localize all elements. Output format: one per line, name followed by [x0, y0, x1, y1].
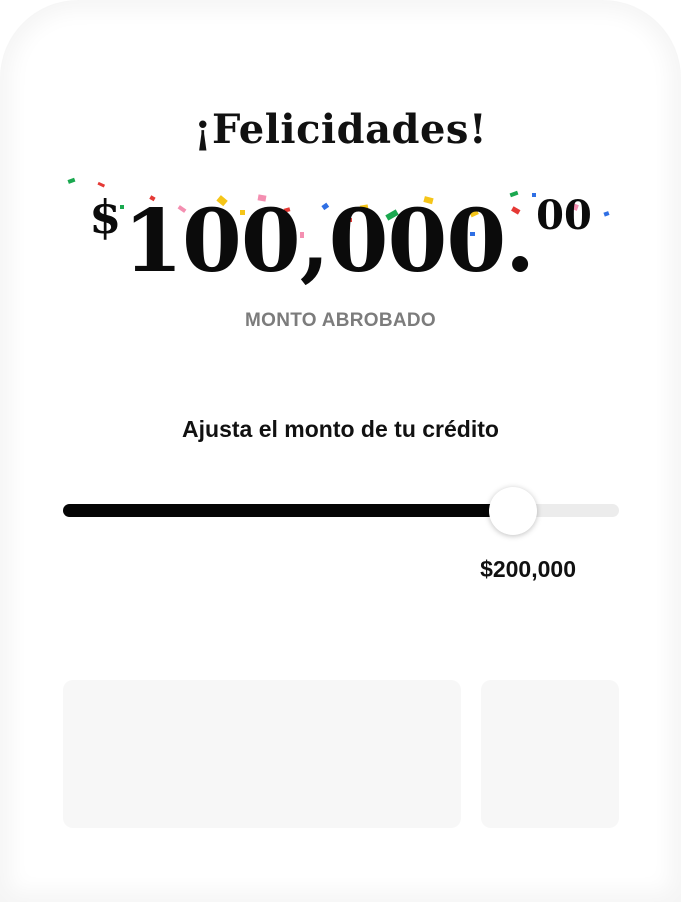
page-title: ¡Felicidades! — [193, 106, 488, 153]
currency-symbol: $ — [89, 190, 122, 244]
amount-cents: 00 — [536, 192, 592, 239]
approved-amount: $100,000.00 — [0, 190, 681, 292]
credit-amount-slider[interactable] — [63, 487, 619, 535]
phone-frame: ¡Felicidades! $100,000.00 MONTO ABROBADO… — [0, 0, 681, 902]
approved-amount-label: MONTO ABROBADO — [244, 310, 437, 331]
slider-max-value: $200,000 — [480, 556, 576, 582]
amount-value: 100,000. — [123, 191, 535, 292]
slider-thumb[interactable] — [489, 487, 537, 535]
placeholder-card-primary — [63, 680, 461, 828]
slider-fill — [63, 504, 513, 517]
adjust-credit-title: Ajusta el monto de tu crédito — [182, 416, 499, 442]
placeholder-card-secondary — [481, 680, 619, 828]
